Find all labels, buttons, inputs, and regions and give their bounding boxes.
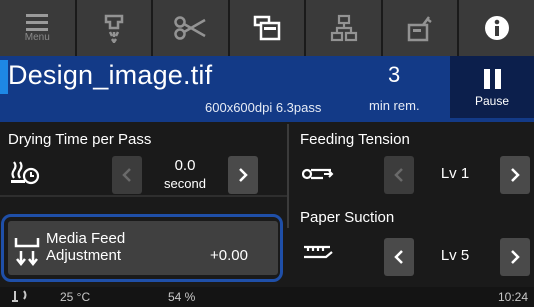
feeding-tension-increase-button[interactable] xyxy=(500,156,530,194)
feeding-tension-title: Feeding Tension xyxy=(300,131,410,148)
pause-button[interactable]: Pause xyxy=(450,56,534,118)
clock-time: 10:24 xyxy=(498,290,529,304)
remaining-time-value: 3 xyxy=(388,62,401,87)
chevron-right-icon xyxy=(511,250,520,264)
head-maintenance-icon xyxy=(104,14,124,43)
printer-settings-icon xyxy=(407,16,432,42)
cutter-button[interactable] xyxy=(153,0,230,56)
menu-button[interactable]: Menu xyxy=(0,0,77,56)
network-button[interactable] xyxy=(306,0,383,56)
pause-label: Pause xyxy=(474,93,510,108)
menu-icon xyxy=(26,14,49,31)
printer-settings-button[interactable] xyxy=(382,0,460,56)
highlight-outline xyxy=(1,214,283,282)
chevron-right-icon xyxy=(511,168,520,182)
head-maintenance-button[interactable] xyxy=(76,0,154,56)
media-settings-button[interactable] xyxy=(229,0,307,56)
feeding-tension-icon xyxy=(302,168,334,180)
drying-time-value: 0.0 xyxy=(174,157,196,174)
feeding-tension-decrease-button[interactable] xyxy=(384,156,414,194)
media-settings-icon xyxy=(253,15,281,41)
environment-icon xyxy=(12,290,27,302)
paper-suction-increase-button[interactable] xyxy=(500,238,530,276)
drying-time-title: Drying Time per Pass xyxy=(8,131,152,148)
cutter-icon xyxy=(174,16,207,40)
remaining-time-label: min rem. xyxy=(369,98,420,113)
paper-suction-value: Lv 5 xyxy=(440,247,470,264)
information-button[interactable] xyxy=(459,0,534,56)
drying-time-decrease-button[interactable] xyxy=(112,156,142,194)
panel-divider-horizontal xyxy=(0,195,288,197)
chevron-left-icon xyxy=(394,250,403,264)
drying-time-unit: second xyxy=(164,176,206,191)
menu-label: Menu xyxy=(24,32,50,43)
chevron-right-icon xyxy=(239,168,248,182)
drying-time-icon xyxy=(11,161,40,185)
job-status-bar: Design_image.tif 600x600dpi 6.3pass 3 mi… xyxy=(0,56,534,122)
status-bar: 25 °C 54 % 10:24 xyxy=(0,287,534,307)
top-toolbar: Menu xyxy=(0,0,534,56)
paper-suction-icon xyxy=(304,245,333,259)
pause-icon xyxy=(483,68,501,89)
panel-divider-vertical xyxy=(287,124,289,228)
network-icon xyxy=(330,14,357,42)
job-resolution-pass: 600x600dpi 6.3pass xyxy=(205,100,322,115)
chevron-left-icon xyxy=(394,168,403,182)
paper-suction-decrease-button[interactable] xyxy=(384,238,414,276)
paper-suction-title: Paper Suction xyxy=(300,209,395,226)
humidity-value: 54 % xyxy=(168,290,196,304)
temperature-value: 25 °C xyxy=(60,290,91,304)
job-file-name: Design_image.tif xyxy=(8,60,213,90)
feeding-tension-value: Lv 1 xyxy=(440,165,470,182)
job-progress-marker xyxy=(0,60,8,94)
info-icon xyxy=(484,16,509,40)
drying-time-increase-button[interactable] xyxy=(228,156,258,194)
chevron-left-icon xyxy=(122,168,131,182)
